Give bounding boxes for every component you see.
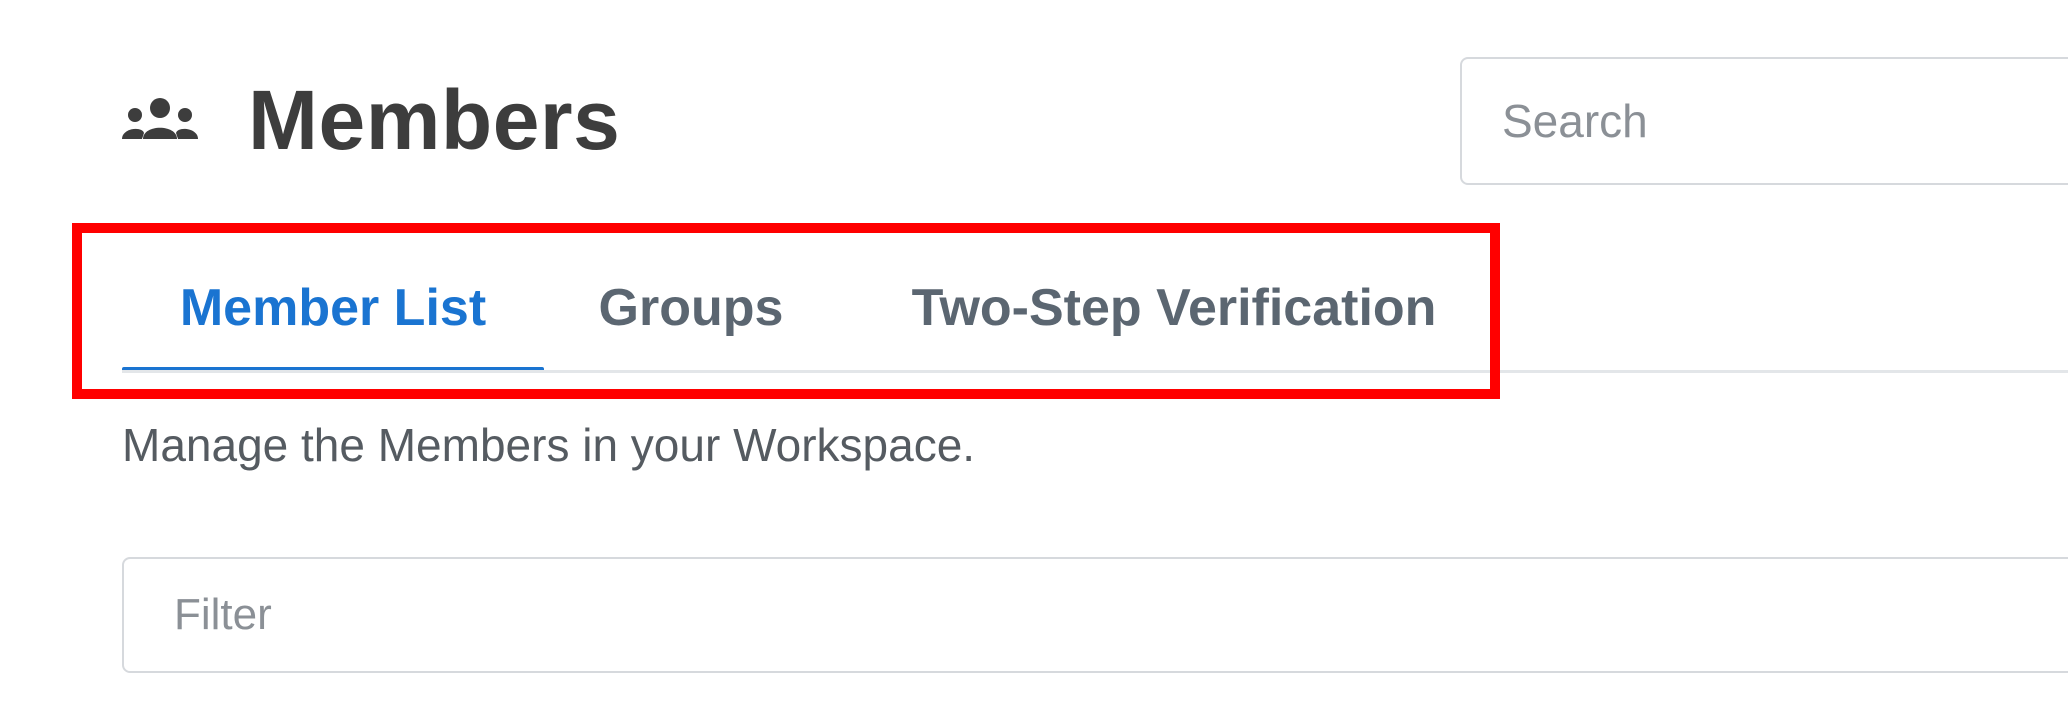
- page-title: Members: [248, 73, 621, 167]
- tab-groups-label: Groups: [598, 279, 784, 337]
- page-description: Manage the Members in your Workspace.: [122, 419, 976, 471]
- tab-two-step-verification[interactable]: Two-Step Verification: [854, 245, 1494, 371]
- filter-input[interactable]: [122, 557, 2068, 673]
- page-header: Members: [120, 70, 620, 170]
- members-icon: [120, 95, 200, 145]
- tab-member-list[interactable]: Member List: [122, 245, 544, 373]
- tab-bar: Member List Groups Two-Step Verification: [122, 245, 2068, 373]
- tab-two-step-verification-label: Two-Step Verification: [911, 279, 1437, 337]
- tab-member-list-label: Member List: [179, 279, 487, 337]
- tabs-divider: [122, 370, 2068, 373]
- search-input[interactable]: [1460, 57, 2068, 185]
- tab-groups[interactable]: Groups: [544, 245, 838, 371]
